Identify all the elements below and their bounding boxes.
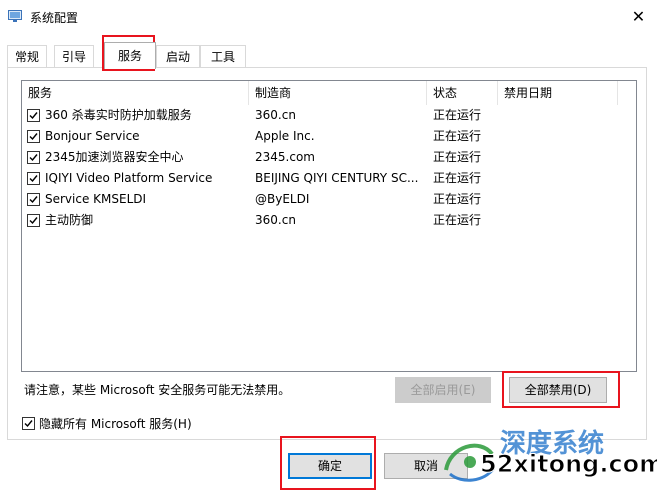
service-checkbox[interactable] — [27, 214, 40, 227]
service-checkbox[interactable] — [27, 193, 40, 206]
service-name: Bonjour Service — [45, 129, 140, 143]
hide-microsoft-checkbox[interactable] — [22, 417, 35, 430]
ok-button[interactable]: 确定 — [288, 453, 372, 479]
table-row[interactable]: 360 杀毒实时防护加载服务 360.cn 正在运行 — [22, 105, 636, 126]
service-name: 360 杀毒实时防护加载服务 — [45, 108, 192, 122]
column-header-date-disabled[interactable]: 禁用日期 — [498, 81, 618, 105]
service-checkbox[interactable] — [27, 151, 40, 164]
watermark-logo-icon: 深度系统 52xitong.com — [444, 428, 657, 482]
tab-services[interactable]: 服务 — [104, 42, 156, 69]
service-date-disabled — [504, 210, 614, 231]
hide-microsoft-label: 隐藏所有 Microsoft 服务(H) — [39, 417, 192, 431]
service-status: 正在运行 — [433, 150, 482, 164]
site-watermark: 深度系统 52xitong.com — [440, 426, 657, 490]
window-title: 系统配置 — [30, 11, 79, 25]
watermark-site: 52xitong.com — [480, 450, 657, 478]
service-status: 正在运行 — [433, 192, 482, 206]
enable-all-button[interactable]: 全部启用(E) — [395, 377, 491, 403]
system-config-icon — [8, 10, 22, 22]
service-name: 主动防御 — [45, 213, 94, 227]
service-checkbox[interactable] — [27, 172, 40, 185]
service-manufacturer: BEIJING QIYI CENTURY SC... — [255, 171, 419, 185]
service-name: Service KMSELDI — [45, 192, 147, 206]
table-row[interactable]: IQIYI Video Platform Service BEIJING QIY… — [22, 168, 636, 189]
service-status: 正在运行 — [433, 108, 482, 122]
service-checkbox[interactable] — [27, 130, 40, 143]
tab-strip: 常规 引导 服务 启动 工具 — [7, 42, 647, 69]
service-manufacturer: 360.cn — [255, 213, 296, 227]
service-status: 正在运行 — [433, 171, 482, 185]
column-header-status[interactable]: 状态 — [427, 81, 498, 105]
service-checkbox[interactable] — [27, 109, 40, 122]
service-date-disabled — [504, 126, 614, 147]
table-row[interactable]: Bonjour Service Apple Inc. 正在运行 — [22, 126, 636, 147]
service-date-disabled — [504, 147, 614, 168]
column-header-manufacturer[interactable]: 制造商 — [249, 81, 427, 105]
service-manufacturer: Apple Inc. — [255, 129, 315, 143]
table-row[interactable]: 主动防御 360.cn 正在运行 — [22, 210, 636, 231]
close-icon: ✕ — [631, 7, 646, 26]
table-row[interactable]: 2345加速浏览器安全中心 2345.com 正在运行 — [22, 147, 636, 168]
service-status: 正在运行 — [433, 129, 482, 143]
table-row[interactable]: Service KMSELDI @ByELDI 正在运行 — [22, 189, 636, 210]
service-date-disabled — [504, 105, 614, 126]
service-status: 正在运行 — [433, 213, 482, 227]
column-header-service[interactable]: 服务 — [22, 81, 249, 105]
service-date-disabled — [504, 189, 614, 210]
tab-boot[interactable]: 引导 — [54, 45, 94, 68]
service-date-disabled — [504, 168, 614, 189]
close-button[interactable]: ✕ — [620, 0, 657, 33]
list-header: 服务 制造商 状态 禁用日期 — [22, 81, 636, 105]
tab-tools[interactable]: 工具 — [200, 45, 246, 68]
tab-startup[interactable]: 启动 — [156, 45, 200, 68]
microsoft-services-note: 请注意，某些 Microsoft 安全服务可能无法禁用。 — [24, 383, 291, 397]
service-name: 2345加速浏览器安全中心 — [45, 150, 184, 164]
service-manufacturer: @ByELDI — [255, 192, 310, 206]
services-list: 服务 制造商 状态 禁用日期 360 杀毒实时防护加载服务 360.cn 正在运… — [21, 80, 637, 372]
title-bar: 系统配置 ✕ — [0, 0, 657, 33]
service-manufacturer: 360.cn — [255, 108, 296, 122]
service-manufacturer: 2345.com — [255, 150, 315, 164]
tab-general[interactable]: 常规 — [7, 45, 47, 68]
service-name: IQIYI Video Platform Service — [45, 171, 213, 185]
disable-all-button[interactable]: 全部禁用(D) — [509, 377, 607, 403]
